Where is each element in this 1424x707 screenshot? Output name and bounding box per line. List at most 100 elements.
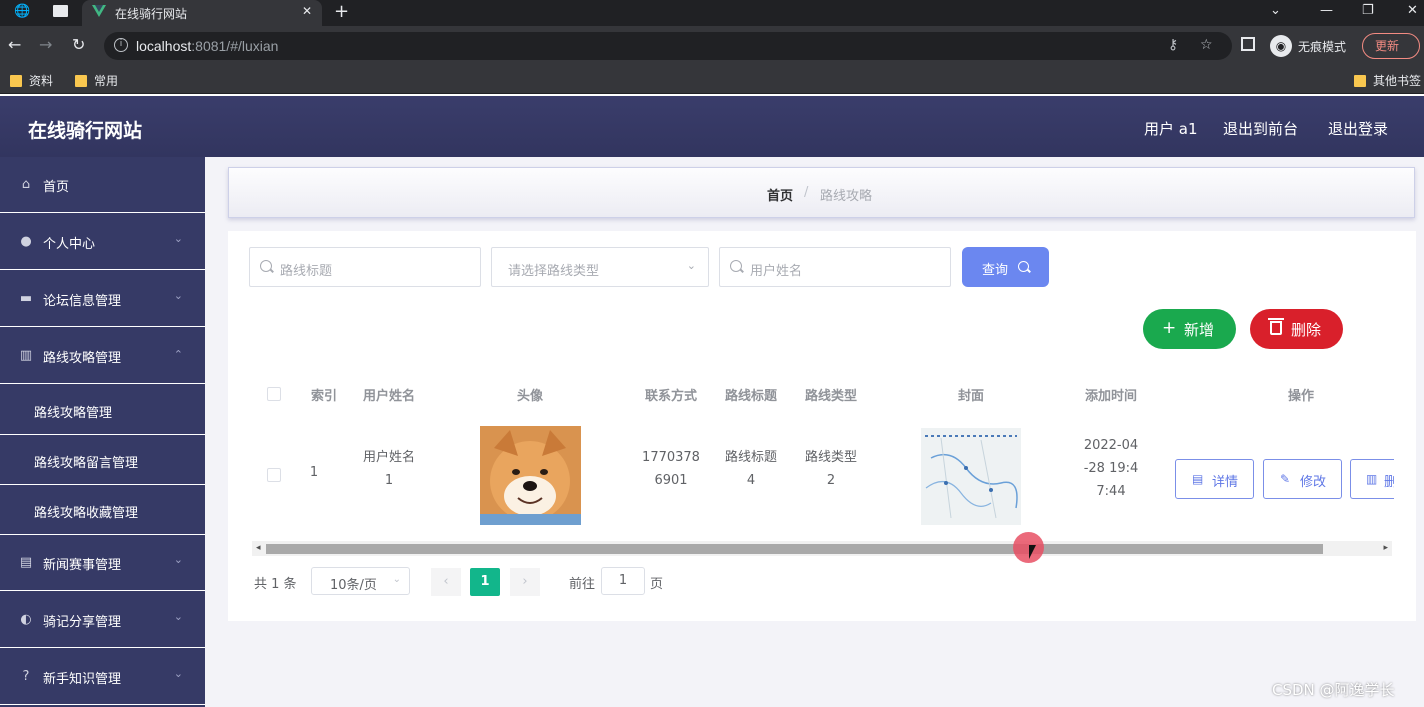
sidebar-subitem-label: 路线攻略管理 (34, 406, 113, 421)
column-header: 路线标题 (724, 389, 777, 404)
bookmarks-bar: 资料 常用 其他书签 (0, 66, 1424, 94)
sidebar-item-news[interactable]: ▤ 新闻赛事管理 ⌄ (0, 535, 205, 591)
user-name-search-input[interactable]: 用户姓名 (719, 247, 951, 287)
edit-button[interactable]: ✎ 修改 (1263, 459, 1342, 499)
scroll-left-icon[interactable]: ◂ (256, 543, 261, 553)
placeholder: 请选择路线类型 (508, 264, 600, 279)
content-panel: 路线标题 请选择路线类型 ⌄ 用户姓名 查询 + 新增 删除 索引 用户姓名 头 (228, 231, 1416, 621)
vue-logo-icon (92, 5, 106, 17)
globe-icon[interactable]: 🌐 (14, 4, 30, 19)
route-map-image (921, 428, 1021, 525)
document-icon: ▤ (1192, 472, 1204, 486)
chevron-down-icon: ⌄ (173, 667, 183, 680)
address-bar[interactable]: i localhost:8081/#/luxian ⚷ ☆ (104, 32, 1232, 60)
user-label: 用户 a1 (1144, 120, 1198, 138)
info-icon[interactable]: i (114, 38, 128, 52)
sidebar-item-forum[interactable]: ▬ 论坛信息管理 ⌄ (0, 271, 205, 327)
sidebar-item-route[interactable]: ▥ 路线攻略管理 ⌃ (0, 328, 205, 384)
chevron-down-icon: ⌄ (173, 289, 183, 302)
home-icon: ⌂ (21, 177, 31, 192)
column-header: 路线类型 (804, 389, 857, 404)
forward-icon[interactable]: → (39, 36, 52, 54)
sidebar-item-knowledge[interactable]: ? 新手知识管理 ⌄ (0, 649, 205, 705)
help-icon: ? (22, 669, 30, 684)
incognito-icon: ◉ (1270, 35, 1292, 57)
bookmark-folder[interactable]: 资料 (10, 72, 53, 89)
sidebar-subitem-route-manage[interactable]: 路线攻略管理 (0, 385, 205, 435)
prev-page-button[interactable]: ‹ (431, 568, 461, 596)
logout-link[interactable]: 退出登录 (1328, 118, 1388, 139)
app-title: 在线骑行网站 (28, 120, 143, 142)
close-window-icon[interactable]: ✕ (1407, 3, 1418, 18)
window-icon[interactable] (53, 5, 68, 17)
column-header: 用户姓名 (362, 389, 415, 404)
close-tab-icon[interactable]: ✕ (302, 4, 312, 18)
key-icon[interactable]: ⚷ (1168, 37, 1178, 53)
sidebar-item-share[interactable]: ◐ 骑记分享管理 ⌄ (0, 592, 205, 648)
column-header: 添加时间 (1084, 389, 1137, 404)
horizontal-scrollbar[interactable]: ◂ ▸ (252, 541, 1392, 556)
column-header: 索引 (310, 389, 337, 404)
cover-image (921, 428, 1021, 525)
route-type-select[interactable]: 请选择路线类型 ⌄ (491, 247, 709, 287)
back-to-frontend-link[interactable]: 退出到前台 (1223, 118, 1298, 139)
sidebar-item-label: 个人中心 (43, 237, 96, 252)
row-index: 1 (309, 465, 319, 480)
add-button[interactable]: + 新增 (1143, 309, 1236, 349)
url-text[interactable]: localhost:8081/#/luxian (136, 38, 278, 54)
breadcrumb-separator: / (804, 185, 809, 200)
search-icon (1018, 261, 1029, 272)
goto-suffix: 页 (650, 577, 664, 592)
scrollbar-thumb[interactable] (266, 544, 1323, 554)
back-icon[interactable]: ← (8, 36, 21, 54)
other-bookmarks[interactable]: 其他书签 (1354, 72, 1421, 89)
delete-button[interactable]: 删除 (1250, 309, 1343, 349)
reload-icon[interactable]: ↻ (72, 36, 85, 54)
update-button[interactable]: 更新 (1362, 33, 1420, 59)
column-header: 封面 (957, 389, 984, 404)
column-header: 头像 (516, 389, 543, 404)
minimize-icon[interactable]: — (1320, 3, 1333, 18)
goto-label: 前往 (569, 577, 596, 592)
mouse-cursor-icon (1029, 545, 1036, 559)
sidebar-subitem-route-comments[interactable]: 路线攻略留言管理 (0, 435, 205, 485)
app-header: 在线骑行网站 用户 a1 退出到前台 退出登录 (0, 96, 1424, 157)
folder-icon (75, 74, 87, 87)
row-delete-button[interactable]: ▥ 删 (1350, 459, 1394, 499)
new-tab-icon[interactable]: + (334, 1, 349, 22)
sidebar-item-profile[interactable]: ● 个人中心 ⌄ (0, 214, 205, 270)
next-page-button[interactable]: › (510, 568, 540, 596)
sidebar-item-label: 论坛信息管理 (43, 294, 122, 309)
select-all-checkbox[interactable] (267, 387, 281, 401)
detail-button[interactable]: ▤ 详情 (1175, 459, 1254, 499)
sidebar-item-home[interactable]: ⌂ 首页 (0, 157, 205, 213)
edit-icon: ✎ (1280, 472, 1291, 486)
chevron-down-icon[interactable]: ⌄ (1270, 3, 1281, 18)
trash-icon (1268, 318, 1284, 335)
sidebar-item-label: 新闻赛事管理 (43, 558, 122, 573)
row-phone: 1770378 6901 (642, 450, 700, 488)
page-size-select[interactable]: 10条/页 ⌄ (311, 567, 410, 595)
query-button[interactable]: 查询 (962, 247, 1049, 287)
search-icon (260, 260, 272, 272)
browser-tab[interactable]: 在线骑行网站 ✕ (82, 0, 322, 26)
chevron-up-icon: ⌃ (173, 348, 183, 361)
route-title-search-input[interactable]: 路线标题 (249, 247, 481, 287)
goto-page-input[interactable]: 1 (601, 567, 645, 595)
sidebar-subitem-route-favorites[interactable]: 路线攻略收藏管理 (0, 485, 205, 535)
breadcrumb-current: 路线攻略 (820, 189, 873, 204)
sidepanel-icon[interactable] (1241, 37, 1255, 51)
restore-icon[interactable]: ❐ (1362, 3, 1374, 18)
sidebar-subitem-label: 路线攻略留言管理 (34, 456, 139, 471)
scroll-right-icon[interactable]: ▸ (1383, 543, 1388, 553)
row-user-name: 用户姓名 1 (362, 450, 415, 488)
breadcrumb-home[interactable]: 首页 (767, 185, 793, 204)
star-icon[interactable]: ☆ (1200, 37, 1213, 53)
incognito-indicator[interactable]: ◉ 无痕模式 (1270, 35, 1346, 57)
column-header: 联系方式 (644, 389, 697, 404)
row-checkbox[interactable] (267, 468, 281, 482)
bookmark-folder[interactable]: 常用 (75, 72, 118, 89)
plus-icon: + (1162, 318, 1177, 338)
page-number-current[interactable]: 1 (470, 568, 500, 596)
breadcrumb: 首页 / 路线攻略 (228, 167, 1415, 218)
